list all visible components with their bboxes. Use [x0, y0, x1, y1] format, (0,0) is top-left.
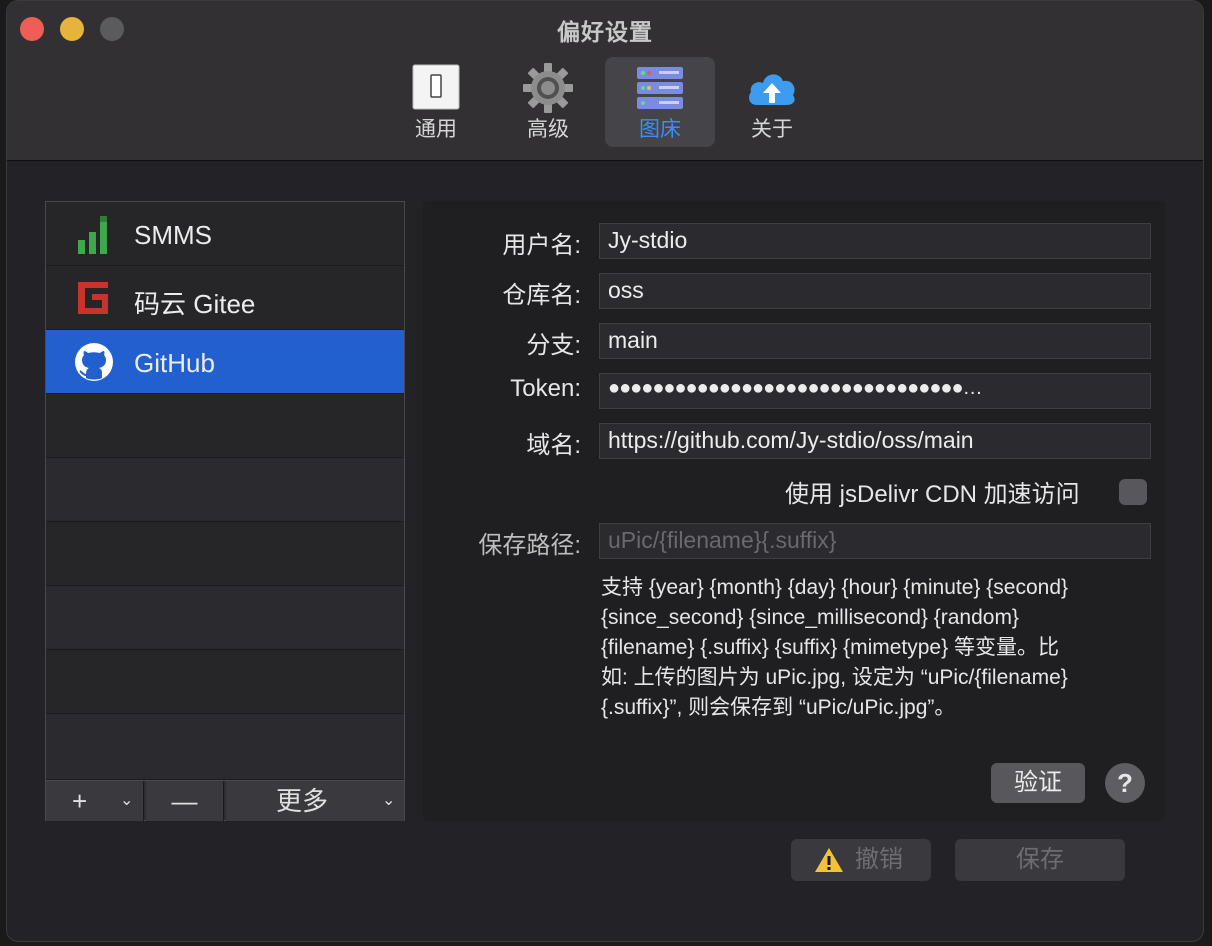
- tab-general[interactable]: 通用: [381, 57, 491, 147]
- username-field[interactable]: Jy-stdio: [599, 223, 1151, 259]
- help-button[interactable]: ?: [1105, 763, 1145, 803]
- help-line: 如: 上传的图片为 uPic.jpg, 设定为 “uPic/{filename}: [601, 666, 1068, 689]
- list-empty-row: [46, 394, 404, 458]
- repo-label: 仓库名:: [502, 282, 581, 309]
- help-line: 支持 {year} {month} {day} {hour} {minute} …: [601, 576, 1069, 599]
- remove-button[interactable]: —: [146, 781, 224, 821]
- bars-icon: [78, 216, 107, 254]
- tab-advanced-label: 高级: [527, 118, 569, 141]
- chevron-down-icon: ⌄: [382, 792, 396, 809]
- add-button[interactable]: + ⌄: [46, 781, 144, 821]
- save-button[interactable]: 保存: [955, 839, 1125, 881]
- preferences-window: 偏好设置 通用 高级 图床 关于 SMMS 码云 Gitee GitHub + …: [6, 0, 1204, 942]
- token-field[interactable]: ●●●●●●●●●●●●●●●●●●●●●●●●●●●●●●●●…: [599, 373, 1151, 409]
- list-empty-row: [46, 522, 404, 586]
- repo-field[interactable]: oss: [599, 273, 1151, 309]
- domain-field[interactable]: https://github.com/Jy-stdio/oss/main: [599, 423, 1151, 459]
- save-path-help: 支持 {year} {month} {day} {hour} {minute} …: [601, 573, 1145, 723]
- switch-icon: [412, 64, 460, 110]
- sidebar-item-label: SMMS: [134, 220, 212, 250]
- sidebar-item-github[interactable]: GitHub: [46, 330, 404, 394]
- tab-image-hosting[interactable]: 图床: [605, 57, 715, 147]
- gitee-icon: [78, 282, 108, 314]
- more-button[interactable]: 更多 ⌄: [226, 781, 404, 821]
- help-line: {since_second} {since_millisecond} {rand…: [601, 606, 1019, 629]
- cloud-upload-icon: [749, 74, 795, 105]
- title-bar: 偏好设置 通用 高级 图床 关于: [7, 1, 1203, 161]
- revert-button[interactable]: 撤销: [791, 839, 931, 881]
- github-settings-panel: 用户名: Jy-stdio 仓库名: oss 分支: main Token: ●…: [423, 201, 1165, 821]
- revert-label: 撤销: [855, 846, 903, 873]
- hosting-list: SMMS 码云 Gitee GitHub + ⌄ — 更多 ⌄: [45, 201, 405, 821]
- tab-general-label: 通用: [415, 118, 457, 141]
- sidebar-item-gitee[interactable]: 码云 Gitee: [46, 266, 404, 330]
- token-label: Token:: [510, 375, 581, 402]
- window-title: 偏好设置: [557, 19, 653, 45]
- more-label: 更多: [276, 786, 329, 816]
- warning-icon: [815, 848, 843, 872]
- cdn-checkbox[interactable]: [1119, 479, 1147, 505]
- save-path-label: 保存路径:: [478, 532, 581, 559]
- server-icon: [637, 67, 683, 109]
- github-icon: [75, 343, 113, 381]
- domain-label: 域名:: [526, 432, 581, 459]
- save-path-field[interactable]: uPic/{filename}{.suffix}: [599, 523, 1151, 559]
- sidebar-item-label: 码云 Gitee: [134, 289, 256, 319]
- gear-icon: [523, 63, 573, 113]
- sidebar-item-smms[interactable]: SMMS: [46, 202, 404, 266]
- username-label: 用户名:: [502, 232, 581, 259]
- help-line: {.suffix}”, 则会保存到 “uPic/uPic.jpg”。: [601, 696, 956, 719]
- list-empty-row: [46, 650, 404, 714]
- help-line: {filename} {.suffix} {suffix} {mimetype}…: [601, 636, 1059, 659]
- verify-button[interactable]: 验证: [991, 763, 1085, 803]
- tab-about[interactable]: 关于: [717, 57, 827, 147]
- cdn-label: 使用 jsDelivr CDN 加速访问: [785, 481, 1080, 508]
- list-empty-row: [46, 586, 404, 650]
- branch-field[interactable]: main: [599, 323, 1151, 359]
- list-empty-row: [46, 714, 404, 780]
- list-toolbar: + ⌄ — 更多 ⌄: [46, 780, 404, 821]
- branch-label: 分支:: [526, 332, 581, 359]
- tab-about-label: 关于: [751, 118, 793, 141]
- chevron-down-icon: ⌄: [120, 792, 134, 809]
- list-empty-row: [46, 458, 404, 522]
- tab-image-hosting-label: 图床: [639, 118, 681, 141]
- tab-advanced[interactable]: 高级: [493, 57, 603, 147]
- add-label: +: [72, 786, 88, 816]
- sidebar-item-label: GitHub: [134, 348, 215, 378]
